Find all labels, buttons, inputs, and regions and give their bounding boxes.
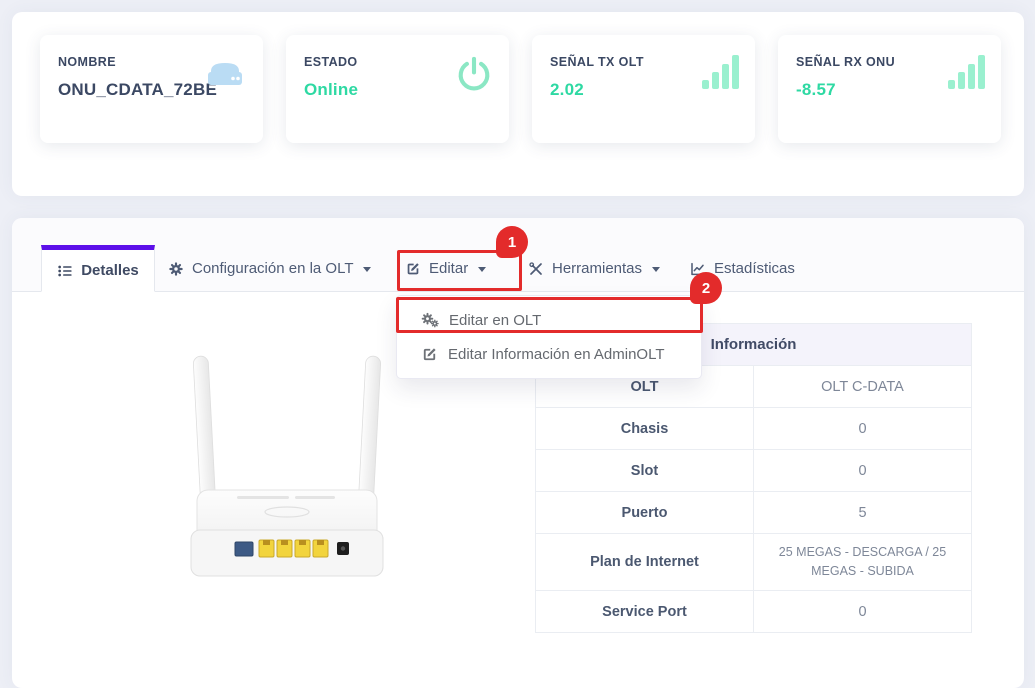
power-icon	[455, 55, 493, 98]
tab-label: Editar	[429, 260, 468, 277]
annotation-badge-1: 1	[496, 226, 528, 258]
row-label: Slot	[536, 450, 754, 492]
tools-icon	[528, 261, 544, 277]
onu-router-image	[145, 350, 455, 590]
menu-item-editar-informacion-adminolt[interactable]: Editar Información en AdminOLT	[397, 337, 701, 371]
tab-configuracion-olt[interactable]: Configuración en la OLT	[168, 245, 371, 292]
chevron-down-icon	[652, 267, 660, 272]
annotation-badge-2: 2	[690, 272, 722, 304]
tab-label: Configuración en la OLT	[192, 260, 353, 277]
tab-label: Estadísticas	[714, 260, 795, 277]
chevron-down-icon	[478, 267, 486, 272]
row-value: 0	[754, 591, 972, 633]
table-row: Service Port 0	[536, 591, 972, 633]
tab-editar[interactable]: Editar	[405, 245, 486, 292]
tab-herramientas[interactable]: Herramientas	[528, 245, 660, 292]
tab-label: Detalles	[81, 262, 139, 279]
page: NOMBRE ONU_CDATA_72BE ESTADO Online	[0, 0, 1035, 674]
menu-item-label: Editar Información en AdminOLT	[448, 346, 665, 363]
row-value: 5	[754, 492, 972, 534]
row-label: Chasis	[536, 408, 754, 450]
row-label: Plan de Internet	[536, 534, 754, 591]
editar-dropdown-menu: Editar en OLT Editar Información en Admi…	[396, 295, 702, 379]
list-icon	[57, 263, 73, 279]
table-row: Puerto 5	[536, 492, 972, 534]
row-value: 25 MEGAS - DESCARGA / 25 MEGAS - SUBIDA	[754, 534, 972, 591]
table-row: Slot 0	[536, 450, 972, 492]
stat-card-nombre: NOMBRE ONU_CDATA_72BE	[40, 35, 263, 143]
router-icon	[203, 55, 247, 96]
row-value: OLT C-DATA	[754, 366, 972, 408]
stats-panel: NOMBRE ONU_CDATA_72BE ESTADO Online	[12, 12, 1024, 196]
edit-icon	[405, 261, 421, 277]
stat-card-senal-rx: SEÑAL RX ONU -8.57	[778, 35, 1001, 143]
detail-panel: Detalles Configuración en la OLT	[12, 218, 1024, 688]
stat-card-estado: ESTADO Online	[286, 35, 509, 143]
edit-icon	[421, 346, 438, 363]
row-label: Service Port	[536, 591, 754, 633]
gear-icon	[168, 261, 184, 277]
menu-item-editar-en-olt[interactable]: Editar en OLT	[397, 303, 701, 337]
tab-label: Herramientas	[552, 260, 642, 277]
signal-bars-icon	[948, 55, 985, 89]
table-row: Chasis 0	[536, 408, 972, 450]
chevron-down-icon	[363, 267, 371, 272]
cogs-icon	[421, 312, 439, 328]
menu-item-label: Editar en OLT	[449, 312, 541, 329]
signal-bars-icon	[702, 55, 739, 89]
tab-detalles[interactable]: Detalles	[41, 245, 155, 292]
row-label: Puerto	[536, 492, 754, 534]
stat-card-senal-tx: SEÑAL TX OLT 2.02	[532, 35, 755, 143]
row-value: 0	[754, 408, 972, 450]
table-row: Plan de Internet 25 MEGAS - DESCARGA / 2…	[536, 534, 972, 591]
row-value: 0	[754, 450, 972, 492]
